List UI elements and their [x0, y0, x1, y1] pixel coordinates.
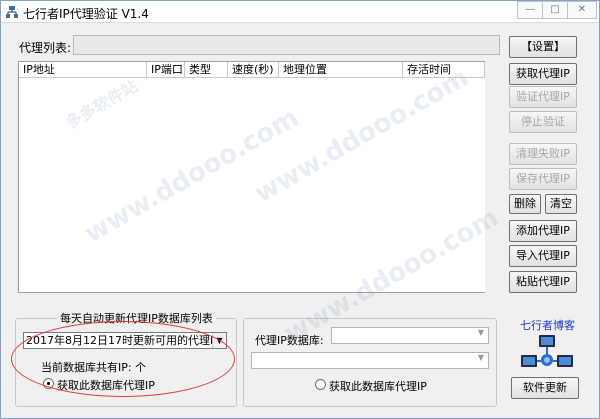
- annotation-ellipse: [11, 321, 235, 397]
- delete-button[interactable]: 删除: [509, 194, 541, 214]
- proxy-database-combo-2[interactable]: ▼: [251, 352, 489, 369]
- column-header-type[interactable]: 类型: [185, 62, 228, 77]
- chevron-down-icon: ▼: [477, 328, 485, 337]
- fetch-proxy-button[interactable]: 获取代理IP: [509, 63, 577, 85]
- column-header-ip-address[interactable]: IP地址: [19, 62, 147, 77]
- blog-link[interactable]: 七行者博客: [520, 317, 575, 333]
- maximize-button[interactable]: □: [542, 1, 568, 19]
- title-bar: 七行者IP代理验证 V1.4 — □ ✕: [1, 1, 599, 23]
- maximize-icon: □: [550, 4, 560, 15]
- network-computers-icon: [521, 335, 573, 367]
- chevron-down-icon: ▼: [477, 353, 485, 362]
- column-header-location[interactable]: 地理位置: [279, 62, 403, 77]
- clean-failed-button[interactable]: 清理失败IP: [509, 143, 577, 165]
- column-header-uptime[interactable]: 存活时间: [403, 62, 485, 77]
- add-proxy-button[interactable]: 添加代理IP: [509, 220, 577, 242]
- minimize-icon: —: [525, 4, 535, 15]
- window-title: 七行者IP代理验证 V1.4: [23, 7, 149, 21]
- network-app-icon: [6, 6, 18, 18]
- settings-button[interactable]: 【设置】: [509, 36, 577, 58]
- verify-proxy-button[interactable]: 验证代理IP: [509, 86, 577, 108]
- column-header-speed[interactable]: 速度(秒): [228, 62, 279, 77]
- software-update-button[interactable]: 软件更新: [511, 377, 579, 399]
- fetch-db2-radio[interactable]: [315, 379, 326, 390]
- proxy-list-header: IP地址 IP端口 类型 速度(秒) 地理位置 存活时间: [19, 62, 499, 78]
- proxy-list-field[interactable]: [73, 35, 500, 55]
- fetch-db2-radio-label[interactable]: 获取此数据库代理IP: [329, 378, 427, 394]
- proxy-database-label: 代理IP数据库:: [255, 334, 324, 347]
- save-proxy-button[interactable]: 保存代理IP: [509, 168, 577, 190]
- proxy-database-combo[interactable]: ▼: [331, 327, 489, 344]
- list-scrollbar[interactable]: [485, 61, 500, 293]
- column-header-ip-port[interactable]: IP端口: [147, 62, 185, 77]
- close-icon: ✕: [577, 4, 587, 15]
- proxy-list-label: 代理列表:: [19, 41, 72, 55]
- stop-verify-button[interactable]: 停止验证: [509, 111, 577, 133]
- clear-button[interactable]: 清空: [545, 194, 577, 214]
- paste-proxy-button[interactable]: 粘贴代理IP: [509, 271, 577, 293]
- proxy-list-view[interactable]: IP地址 IP端口 类型 速度(秒) 地理位置 存活时间: [18, 61, 500, 293]
- close-button[interactable]: ✕: [567, 1, 597, 19]
- minimize-button[interactable]: —: [517, 1, 543, 19]
- import-proxy-button[interactable]: 导入代理IP: [509, 245, 577, 267]
- app-window: 七行者IP代理验证 V1.4 — □ ✕ 代理列表: IP地址 IP端口 类型 …: [0, 0, 600, 419]
